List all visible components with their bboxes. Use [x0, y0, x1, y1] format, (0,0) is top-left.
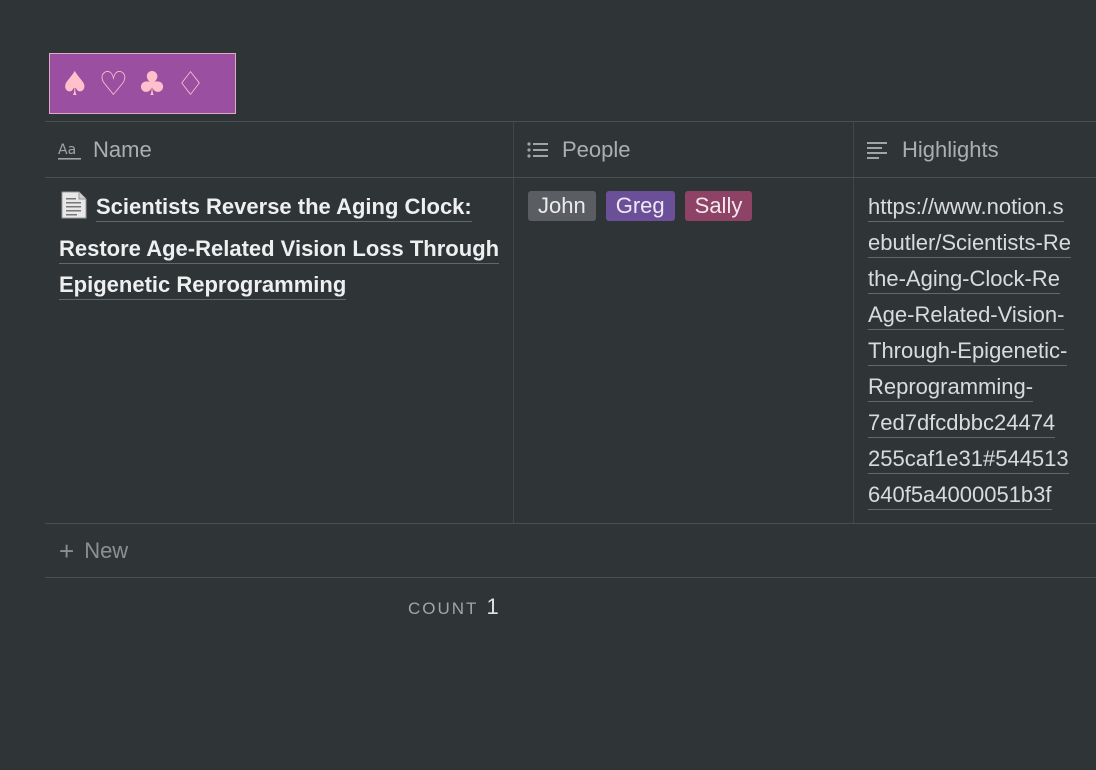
count-value: 1 — [486, 594, 499, 619]
page-title-link[interactable]: Scientists Reverse the Aging Clock: Rest… — [59, 194, 500, 300]
cell-highlights[interactable]: https://www.notion.s ebutler/Scientists-… — [853, 178, 1096, 523]
database-table: Aa Name People Highlights Scientists Rev… — [45, 121, 1096, 578]
column-header-label: Name — [93, 136, 152, 162]
url-line: 255caf1e31#544513 — [868, 446, 1069, 474]
column-header-highlights[interactable]: Highlights — [853, 122, 1096, 177]
new-label: New — [84, 537, 129, 563]
svg-text:Aa: Aa — [58, 142, 76, 158]
heart-icon: ♡ — [98, 64, 129, 103]
text-lines-icon — [867, 139, 891, 161]
url-line: https://www.notion.s — [868, 194, 1064, 222]
column-header-label: People — [562, 136, 631, 162]
url-line: 640f5a4000051b3f — [868, 482, 1052, 510]
plus-icon: + — [59, 535, 75, 566]
url-line: Age-Related-Vision- — [868, 302, 1065, 330]
club-icon: ♣ — [137, 64, 167, 103]
suits-banner: ♠ ♡ ♣ ♢ — [49, 53, 236, 114]
highlights-url[interactable]: https://www.notion.s ebutler/Scientists-… — [854, 178, 1096, 513]
spade-icon: ♠ — [60, 64, 90, 103]
person-tag[interactable]: Greg — [605, 191, 675, 221]
page: ♠ ♡ ♣ ♢ Aa Name People Highlights Scient… — [0, 0, 1096, 770]
column-header-label: Highlights — [902, 136, 999, 162]
diamond-icon: ♢ — [175, 64, 206, 103]
table-row[interactable]: Scientists Reverse the Aging Clock: Rest… — [45, 178, 1096, 524]
url-line: Through-Epigenetic- — [868, 338, 1068, 366]
column-header-name[interactable]: Aa Name — [45, 122, 513, 177]
cell-name[interactable]: Scientists Reverse the Aging Clock: Rest… — [45, 178, 513, 523]
count-label: COUNT — [408, 599, 479, 618]
person-tag[interactable]: John — [528, 191, 596, 221]
cell-people[interactable]: John Greg Sally — [513, 178, 853, 523]
column-header-people[interactable]: People — [513, 122, 853, 177]
text-aa-icon: Aa — [58, 139, 82, 161]
page-document-icon — [59, 190, 89, 231]
count-summary[interactable]: COUNT 1 — [408, 594, 499, 620]
url-line: 7ed7dfcdbbc24474 — [868, 410, 1056, 438]
url-line: Reprogramming- — [868, 374, 1034, 402]
person-tag[interactable]: Sally — [684, 191, 753, 221]
table-header-row: Aa Name People Highlights — [45, 121, 1096, 178]
list-icon — [527, 139, 551, 161]
url-line: ebutler/Scientists-Re — [868, 230, 1071, 258]
add-new-row-button[interactable]: + New — [45, 524, 1096, 578]
url-line: the-Aging-Clock-Re — [868, 266, 1060, 294]
